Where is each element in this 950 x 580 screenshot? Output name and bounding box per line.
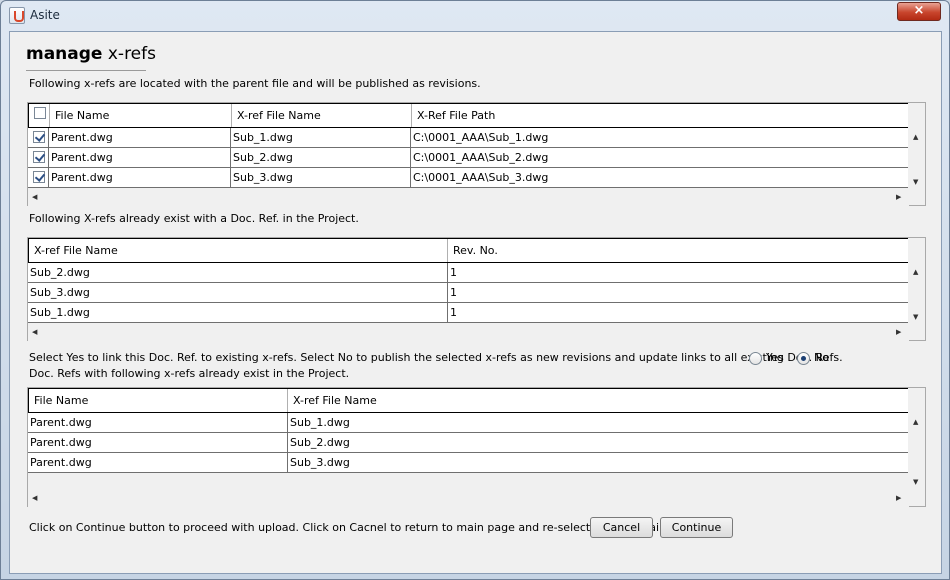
horizontal-scrollbar[interactable]: ◀ ▶ <box>28 189 909 206</box>
title-bar[interactable]: Asite × <box>1 1 949 31</box>
yes-radio[interactable] <box>749 352 762 365</box>
horizontal-scrollbar[interactable]: ◀ ▶ <box>28 490 909 507</box>
table-header: File Name X-ref File Name X-Ref File Pat… <box>28 103 909 128</box>
column-header-rev-no[interactable]: Rev. No. <box>448 239 909 262</box>
existing-xrefs-table: X-ref File Name Rev. No. Sub_2.dwg 1 Sub… <box>27 237 926 341</box>
window-title: Asite <box>30 8 60 22</box>
xref-name-cell: Sub_1.dwg <box>28 303 448 322</box>
column-header-file-name[interactable]: File Name <box>29 389 288 412</box>
vertical-scrollbar[interactable]: ▲ ▼ <box>908 238 925 324</box>
scroll-left-icon[interactable]: ◀ <box>32 328 37 336</box>
vertical-scrollbar[interactable]: ▲ ▼ <box>908 388 925 490</box>
xref-name-cell: Sub_1.dwg <box>288 413 909 432</box>
scroll-right-icon[interactable]: ▶ <box>896 328 901 336</box>
table-row[interactable]: Parent.dwg Sub_1.dwg C:\0001_AAA\Sub_1.d… <box>28 128 909 148</box>
no-radio-label[interactable]: No <box>814 351 829 364</box>
table-header: File Name X-ref File Name <box>28 388 909 413</box>
table-row[interactable]: Sub_2.dwg 1 <box>28 263 909 283</box>
checkbox-cell <box>28 128 49 147</box>
column-header-xref-file-name[interactable]: X-ref File Name <box>288 389 909 412</box>
horizontal-scrollbar[interactable]: ◀ ▶ <box>28 324 909 341</box>
xref-path-cell: C:\0001_AAA\Sub_1.dwg <box>411 128 909 147</box>
yes-radio-label[interactable]: Yes <box>766 351 784 364</box>
scroll-down-icon[interactable]: ▼ <box>913 478 918 486</box>
xref-name-cell: Sub_2.dwg <box>231 148 411 167</box>
asite-window: Asite × manage x-refs Following x-refs a… <box>0 0 950 580</box>
page-title-rest: x-refs <box>107 44 156 64</box>
cancel-button[interactable]: Cancel <box>590 517 653 538</box>
file-name-cell: Parent.dwg <box>28 433 288 452</box>
table-row[interactable]: Sub_1.dwg 1 <box>28 303 909 323</box>
continue-button[interactable]: Continue <box>660 517 733 538</box>
column-header-xref-file-name[interactable]: X-ref File Name <box>232 104 412 127</box>
scroll-right-icon[interactable]: ▶ <box>896 193 901 201</box>
table-row[interactable]: Parent.dwg Sub_2.dwg <box>28 433 909 453</box>
vertical-scrollbar[interactable]: ▲ ▼ <box>908 103 925 189</box>
checkbox-cell <box>28 148 49 167</box>
select-all-cell <box>29 104 50 127</box>
table-header: X-ref File Name Rev. No. <box>28 238 909 263</box>
scroll-left-icon[interactable]: ◀ <box>32 193 37 201</box>
table-row[interactable]: Parent.dwg Sub_1.dwg <box>28 413 909 433</box>
xref-name-cell: Sub_2.dwg <box>288 433 909 452</box>
rev-no-cell: 1 <box>448 303 909 322</box>
scroll-up-icon[interactable]: ▲ <box>913 418 918 426</box>
no-radio[interactable] <box>797 352 810 365</box>
xref-name-cell: Sub_3.dwg <box>28 283 448 302</box>
file-name-cell: Parent.dwg <box>49 168 231 187</box>
select-all-checkbox[interactable] <box>34 107 46 119</box>
scroll-down-icon[interactable]: ▼ <box>913 313 918 321</box>
title-underline <box>26 70 146 71</box>
file-name-cell: Parent.dwg <box>49 148 231 167</box>
table-row[interactable]: Parent.dwg Sub_3.dwg C:\0001_AAA\Sub_3.d… <box>28 168 909 188</box>
scroll-down-icon[interactable]: ▼ <box>913 178 918 186</box>
footer-instruction: Click on Continue button to proceed with… <box>29 521 670 534</box>
column-header-file-name[interactable]: File Name <box>50 104 232 127</box>
section1-caption: Following x-refs are located with the pa… <box>29 77 481 90</box>
column-header-xref-file-path[interactable]: X-Ref File Path <box>412 104 909 127</box>
column-header-xref-file-name[interactable]: X-ref File Name <box>29 239 448 262</box>
scroll-up-icon[interactable]: ▲ <box>913 133 918 141</box>
scroll-up-icon[interactable]: ▲ <box>913 268 918 276</box>
xref-name-cell: Sub_1.dwg <box>231 128 411 147</box>
file-name-cell: Parent.dwg <box>28 413 288 432</box>
section3-caption: Doc. Refs with following x-refs already … <box>29 367 350 380</box>
table-body: Parent.dwg Sub_1.dwg Parent.dwg Sub_2.dw… <box>28 413 909 473</box>
table-row[interactable]: Parent.dwg Sub_3.dwg <box>28 453 909 473</box>
scroll-right-icon[interactable]: ▶ <box>896 494 901 502</box>
file-name-cell: Parent.dwg <box>49 128 231 147</box>
table-row[interactable]: Parent.dwg Sub_2.dwg C:\0001_AAA\Sub_2.d… <box>28 148 909 168</box>
table-body: Parent.dwg Sub_1.dwg C:\0001_AAA\Sub_1.d… <box>28 128 909 188</box>
xref-path-cell: C:\0001_AAA\Sub_2.dwg <box>411 148 909 167</box>
close-button[interactable]: × <box>897 2 941 21</box>
page-title: manage x-refs <box>26 44 156 64</box>
page-title-bold: manage <box>26 44 103 64</box>
rev-no-cell: 1 <box>448 263 909 282</box>
link-choice-prompt: Select Yes to link this Doc. Ref. to exi… <box>29 351 843 364</box>
section2-caption: Following X-refs already exist with a Do… <box>29 212 359 225</box>
checkbox-cell <box>28 168 49 187</box>
java-app-icon <box>9 7 25 24</box>
xref-name-cell: Sub_3.dwg <box>288 453 909 472</box>
row-checkbox[interactable] <box>33 131 45 143</box>
table-body: Sub_2.dwg 1 Sub_3.dwg 1 Sub_1.dwg 1 <box>28 263 909 323</box>
scroll-left-icon[interactable]: ◀ <box>32 494 37 502</box>
xref-name-cell: Sub_3.dwg <box>231 168 411 187</box>
xref-path-cell: C:\0001_AAA\Sub_3.dwg <box>411 168 909 187</box>
dialog-content: manage x-refs Following x-refs are locat… <box>9 31 942 574</box>
xref-name-cell: Sub_2.dwg <box>28 263 448 282</box>
rev-no-cell: 1 <box>448 283 909 302</box>
table-row[interactable]: Sub_3.dwg 1 <box>28 283 909 303</box>
row-checkbox[interactable] <box>33 151 45 163</box>
file-name-cell: Parent.dwg <box>28 453 288 472</box>
row-checkbox[interactable] <box>33 171 45 183</box>
existing-doc-refs-table: File Name X-ref File Name Parent.dwg Sub… <box>27 387 926 507</box>
xrefs-publish-table: File Name X-ref File Name X-Ref File Pat… <box>27 102 926 206</box>
